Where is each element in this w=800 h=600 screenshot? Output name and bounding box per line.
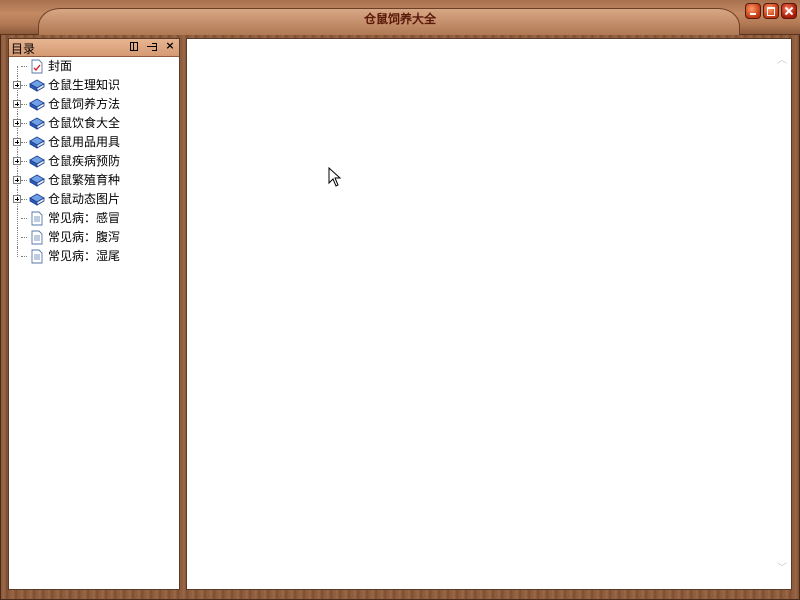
window-controls	[745, 3, 797, 19]
toc-item[interactable]: 仓鼠繁殖育种	[9, 171, 179, 190]
minimize-icon[interactable]	[745, 3, 761, 19]
book-icon	[29, 154, 45, 169]
tree-connector	[21, 123, 27, 124]
book-icon	[29, 135, 45, 150]
tree-connector	[21, 199, 27, 200]
tree-connector	[17, 247, 18, 257]
tree-connector	[21, 218, 27, 219]
tree-connector	[21, 142, 27, 143]
content-pane[interactable]: ︿ ﹀	[186, 38, 792, 590]
maximize-icon[interactable]	[763, 3, 779, 19]
expand-icon[interactable]	[13, 100, 21, 108]
toc-item-label: 仓鼠饮食大全	[48, 116, 121, 130]
tree-connector	[17, 66, 18, 76]
document-icon	[29, 249, 45, 264]
scroll-up-icon[interactable]: ︿	[776, 51, 788, 66]
toc-item-label: 仓鼠生理知识	[48, 78, 121, 92]
toc-item-label: 仓鼠用品用具	[48, 135, 121, 149]
toc-item[interactable]: 仓鼠用品用具	[9, 133, 179, 152]
tree-connector	[17, 228, 18, 247]
tree-connector	[21, 66, 27, 67]
title-bar[interactable]: 仓鼠饲养大全	[0, 0, 800, 35]
toc-item-label: 仓鼠饲养方法	[48, 97, 121, 111]
tree-connector	[21, 161, 27, 162]
toc-item-label: 常见病：湿尾	[48, 249, 121, 263]
toc-panel-controls: ×	[129, 40, 175, 52]
toc-item-label: 封面	[48, 59, 73, 73]
toc-item[interactable]: 封面	[9, 57, 179, 76]
toc-item[interactable]: 常见病：湿尾	[9, 247, 179, 266]
toc-tree: 封面仓鼠生理知识 仓鼠饲养方法 仓鼠饮食大全 仓鼠用品用具 仓鼠疾病预防 仓鼠繁殖育种 仓鼠…	[9, 57, 179, 266]
toc-item[interactable]: 常见病：腹泻	[9, 228, 179, 247]
pin-icon[interactable]	[147, 41, 157, 52]
close-icon[interactable]	[781, 3, 797, 19]
toc-item-label: 仓鼠动态图片	[48, 192, 121, 206]
toc-item-label: 常见病：感冒	[48, 211, 121, 225]
expand-icon[interactable]	[13, 176, 21, 184]
expand-icon[interactable]	[13, 119, 21, 127]
tree-connector	[17, 209, 18, 228]
mouse-cursor-icon	[328, 167, 342, 187]
book-icon	[29, 97, 45, 112]
book-icon	[29, 78, 45, 93]
document-check-icon	[29, 59, 45, 74]
toc-panel: 目录 × 封面仓鼠生理知识 仓鼠饲养方法 仓鼠饮食大全 仓鼠用品用具 仓鼠疾病预防 仓鼠繁…	[8, 38, 180, 590]
book-icon	[29, 173, 45, 188]
window-title: 仓鼠饲养大全	[363, 12, 436, 26]
toc-item[interactable]: 仓鼠动态图片	[9, 190, 179, 209]
expand-icon[interactable]	[13, 138, 21, 146]
expand-icon[interactable]	[13, 195, 21, 203]
book-icon	[29, 192, 45, 207]
expand-icon[interactable]	[13, 81, 21, 89]
book-icon	[29, 116, 45, 131]
tree-connector	[21, 180, 27, 181]
toc-item[interactable]: 仓鼠生理知识	[9, 76, 179, 95]
scroll-down-icon[interactable]: ﹀	[776, 559, 788, 574]
toc-item-label: 仓鼠疾病预防	[48, 154, 121, 168]
tree-connector	[21, 256, 27, 257]
toc-item-label: 常见病：腹泻	[48, 230, 121, 244]
expand-icon[interactable]	[13, 157, 21, 165]
toc-panel-header: 目录 ×	[9, 39, 179, 57]
panel-close-icon[interactable]: ×	[165, 40, 175, 52]
split-view-icon[interactable]	[129, 41, 139, 52]
toc-item[interactable]: 仓鼠饮食大全	[9, 114, 179, 133]
toc-item[interactable]: 仓鼠饲养方法	[9, 95, 179, 114]
tree-connector	[21, 104, 27, 105]
document-icon	[29, 211, 45, 226]
tree-connector	[21, 237, 27, 238]
tree-connector	[21, 85, 27, 86]
toc-item[interactable]: 常见病：感冒	[9, 209, 179, 228]
toc-item-label: 仓鼠繁殖育种	[48, 173, 121, 187]
toc-panel-title: 目录	[11, 42, 36, 56]
document-icon	[29, 230, 45, 245]
toc-item[interactable]: 仓鼠疾病预防	[9, 152, 179, 171]
